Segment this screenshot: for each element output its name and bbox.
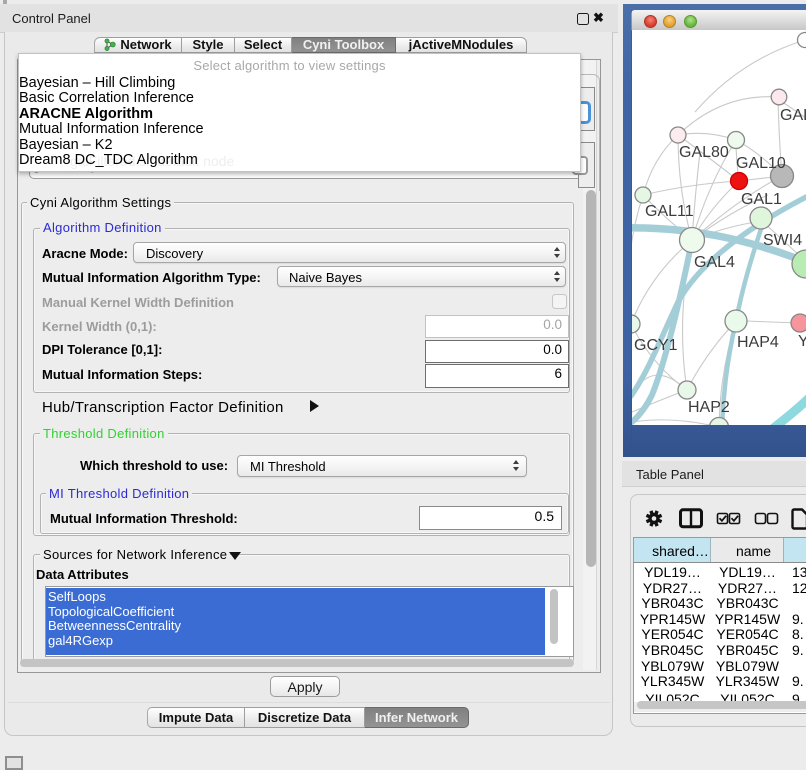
svg-text:GAL10: GAL10 xyxy=(736,155,786,172)
svg-text:GAL2: GAL2 xyxy=(780,107,806,124)
svg-text:HAP4: HAP4 xyxy=(737,334,779,351)
svg-text:GAL80: GAL80 xyxy=(679,144,729,161)
svg-text:GAL4: GAL4 xyxy=(694,254,735,271)
svg-text:GAL1: GAL1 xyxy=(741,191,782,208)
svg-text:HAP2: HAP2 xyxy=(688,399,730,416)
svg-text:GCY1: GCY1 xyxy=(634,337,678,354)
svg-text:GAL11: GAL11 xyxy=(645,203,694,220)
svg-text:Y: Y xyxy=(798,333,806,350)
svg-text:SWI4: SWI4 xyxy=(763,232,802,249)
